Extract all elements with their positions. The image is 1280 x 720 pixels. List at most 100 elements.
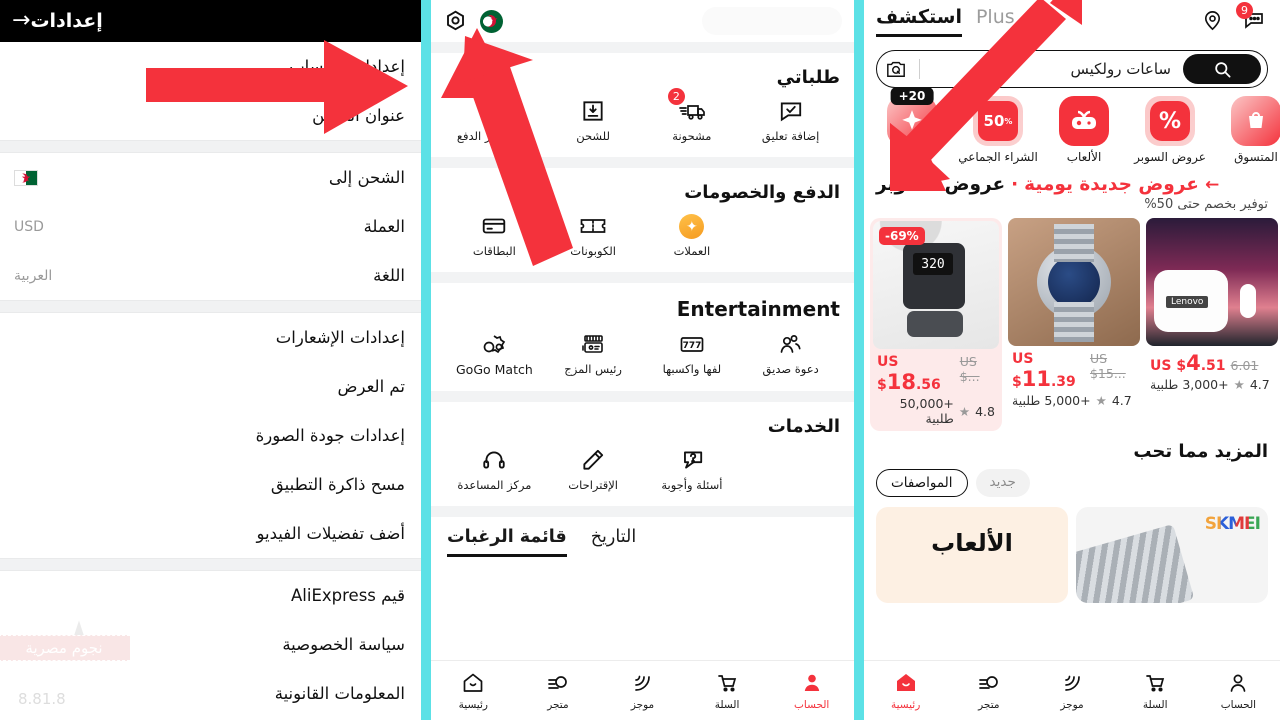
nav-store[interactable]: متجر: [516, 661, 601, 720]
nav-cart[interactable]: السلة: [685, 661, 770, 720]
product-rating: 4.8: [975, 403, 995, 419]
row-label: اللغة: [373, 266, 405, 285]
chip-new[interactable]: جديد: [975, 469, 1030, 497]
entertainment-spin-win[interactable]: 777 لفها واكسبها: [643, 327, 742, 377]
spin-777-icon: 777: [678, 327, 706, 357]
nav-account[interactable]: الحساب: [1197, 661, 1280, 720]
service-faq[interactable]: أسئلة وأجوبة: [643, 443, 742, 492]
entertainment-gogo-match[interactable]: GoGo Match: [445, 327, 544, 377]
service-suggestions[interactable]: الإقتراحات: [544, 443, 643, 492]
lenovo-earbuds-image: Lenovo: [1146, 218, 1278, 346]
order-status-pending-payment[interactable]: قيد انتظار الدفع: [445, 94, 544, 143]
payment-cards[interactable]: البطاقات: [445, 209, 544, 258]
product-old-price: US $...: [959, 354, 980, 384]
order-status-to-ship[interactable]: للشحن: [544, 94, 643, 143]
category-label: الشراء الجماعي: [958, 150, 1038, 164]
settings-item-rate-app[interactable]: قيم AliExpress: [0, 571, 421, 620]
settings-item-image-quality[interactable]: إعدادات جودة الصورة: [0, 411, 421, 460]
search-input[interactable]: ساعات رولكيس: [928, 60, 1175, 78]
gear-icon[interactable]: [443, 9, 468, 34]
category-coins[interactable]: +20 عملات: [870, 87, 954, 164]
product-card[interactable]: US $11.39 US $15... +5,000 طلبية ★ 4.7: [1008, 218, 1140, 431]
settings-item-ship-to[interactable]: الشحن إلى: [0, 153, 421, 202]
cell-label: قيد انتظار الدفع: [456, 129, 532, 143]
category-super-deals[interactable]: % عروض السوبر: [1128, 96, 1212, 164]
settings-item-legal-info[interactable]: المعلومات القانونية: [0, 669, 421, 718]
location-pin-icon[interactable]: [1198, 6, 1226, 34]
nav-label: رئيسية: [458, 699, 488, 711]
settings-item-account-settings[interactable]: إعدادات الحساب: [0, 42, 421, 91]
tab-plus[interactable]: Plus: [976, 6, 1015, 34]
category-games[interactable]: الألعاب: [1042, 96, 1126, 164]
nav-home[interactable]: رئيسية: [431, 661, 516, 720]
service-help-center[interactable]: مركز المساعدة: [445, 443, 544, 492]
camera-search-icon[interactable]: [881, 59, 911, 79]
tile-skmei-watch[interactable]: SKMEI: [1076, 507, 1268, 603]
home-icon: [461, 670, 485, 696]
cart-icon: [715, 670, 739, 696]
settings-screen-panel: إعدادات → إعدادات الحساب عنوان الشحن الش…: [0, 0, 421, 720]
recommendation-tiles: الألعاب SKMEI: [864, 499, 1280, 603]
payment-coupons[interactable]: الكوبونات: [544, 209, 643, 258]
tab-history[interactable]: التاريخ: [591, 527, 636, 557]
super-deals-header[interactable]: عروض السوبر · عروض جديدة يومية ← توفير ب…: [864, 166, 1280, 214]
settings-item-language[interactable]: اللغة العربية: [0, 251, 421, 300]
account-icon: [800, 670, 824, 696]
tile-games[interactable]: الألعاب: [876, 507, 1068, 603]
order-status-add-review[interactable]: إضافة تعليق: [741, 94, 840, 143]
product-card[interactable]: Lenovo US $4.51 6.01 +3,000 طلبية ★ 4.7: [1146, 218, 1278, 431]
nav-account[interactable]: الحساب: [769, 661, 854, 720]
product-card[interactable]: 320 -69% US $18.56 US $... +50,000 طلبية…: [870, 218, 1002, 431]
dz-flag-icon[interactable]: [480, 9, 503, 33]
super-deals-title: عروض السوبر: [876, 174, 1006, 195]
cell-label: للشحن: [576, 129, 610, 143]
coin-icon: ✦: [679, 209, 705, 239]
tab-explore[interactable]: استكشف: [876, 6, 962, 37]
search-bar[interactable]: ساعات رولكيس: [876, 50, 1268, 88]
category-shopper[interactable]: المتسوق: [1214, 96, 1280, 164]
store-icon: [977, 670, 1001, 696]
settings-group-regional: الشحن إلى العملة USD اللغة العربية: [0, 153, 421, 300]
order-status-shipped[interactable]: 2 مشحونة: [643, 88, 742, 143]
messages-icon[interactable]: 9: [1236, 2, 1268, 34]
settings-item-shipping-address[interactable]: عنوان الشحن: [0, 91, 421, 140]
category-group-buy[interactable]: 50% الشراء الجماعي: [956, 96, 1040, 164]
section-separator: [431, 272, 854, 283]
settings-item-video-preferences[interactable]: أضف تفضيلات الفيديو: [0, 509, 421, 558]
nav-feed[interactable]: موجز: [600, 661, 685, 720]
arrow-left-icon[interactable]: ←: [1205, 175, 1219, 195]
invite-friend-icon: [777, 327, 805, 357]
cell-label: أسئلة وأجوبة: [661, 478, 723, 492]
chip-specs[interactable]: المواصفات: [876, 469, 968, 497]
product-old-price: US $15...: [1089, 351, 1126, 381]
nav-home[interactable]: رئيسية: [864, 661, 947, 720]
settings-item-clear-cache[interactable]: مسح ذاكرة التطبيق: [0, 460, 421, 509]
section-separator: [431, 42, 854, 53]
settings-item-privacy-policy[interactable]: سياسة الخصوصية: [0, 620, 421, 669]
wrist-watch-image: [1008, 218, 1140, 346]
arrow-right-icon[interactable]: →: [12, 10, 30, 32]
search-button[interactable]: [1183, 54, 1261, 84]
nav-feed[interactable]: موجز: [1030, 661, 1113, 720]
section-title: الخدمات: [767, 416, 840, 437]
cell-label: رئيس المزج: [564, 362, 622, 376]
settings-group-account: إعدادات الحساب عنوان الشحن: [0, 42, 421, 140]
settings-item-viewed[interactable]: تم العرض: [0, 362, 421, 411]
nav-label: موجز: [630, 699, 655, 711]
category-label: عملات: [895, 150, 929, 164]
section-title: طلباتي: [776, 67, 840, 88]
tab-wishlist[interactable]: قائمة الرغبات: [447, 527, 567, 557]
entertainment-mix-master[interactable]: رئيس المزج: [544, 327, 643, 377]
row-label: قيم AliExpress: [291, 586, 405, 605]
entertainment-invite-friend[interactable]: دعوة صديق: [741, 327, 840, 377]
home-icon: [894, 670, 918, 696]
dz-flag-icon: [14, 169, 38, 186]
settings-item-notifications[interactable]: إعدادات الإشعارات: [0, 313, 421, 362]
nav-store[interactable]: متجر: [947, 661, 1030, 720]
nav-cart[interactable]: السلة: [1114, 661, 1197, 720]
product-old-price: 6.01: [1230, 358, 1259, 373]
feed-icon: [630, 670, 654, 696]
payment-coins[interactable]: ✦ العملات: [643, 209, 742, 258]
row-value: USD: [14, 218, 44, 235]
settings-item-currency[interactable]: العملة USD: [0, 202, 421, 251]
